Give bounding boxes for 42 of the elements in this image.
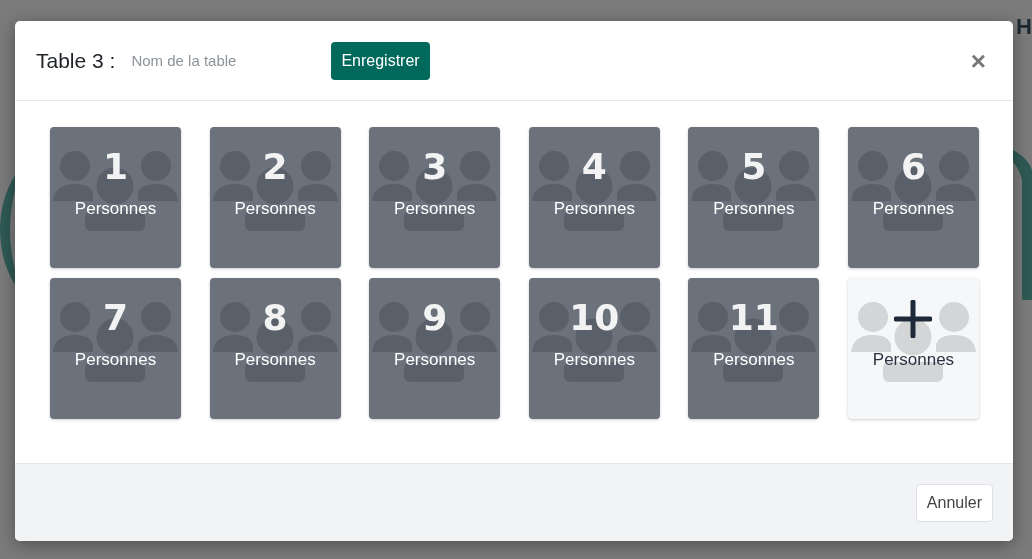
guest-count-tile[interactable]: 7 Personnes — [50, 278, 181, 419]
tile-label: Personnes — [74, 199, 157, 219]
guest-count-tile[interactable]: 9 Personnes — [369, 278, 501, 419]
tile-label: Personnes — [553, 350, 635, 370]
tile-label: Personnes — [872, 350, 955, 370]
guest-count-tile[interactable]: 6 Personnes — [847, 127, 979, 268]
guest-count-tile[interactable]: 2 Personnes — [209, 127, 341, 268]
people-icon — [850, 300, 976, 385]
guest-count: 4 — [581, 147, 607, 187]
guest-count: 1 — [102, 147, 129, 187]
guest-count: 11 — [728, 298, 779, 338]
header-text: H — [1016, 14, 1032, 40]
tile-label: Personnes — [713, 199, 795, 219]
tile-label: Personnes — [872, 199, 955, 219]
modal-title: Table 3 : — [36, 48, 116, 73]
guest-count-tile[interactable]: 3 Personnes — [369, 127, 501, 268]
tile-label: Personnes — [553, 199, 635, 219]
guest-count-tile[interactable]: 4 Personnes — [528, 127, 660, 268]
tile-label: Personnes — [234, 350, 316, 370]
close-button[interactable]: × — [964, 47, 992, 74]
save-button[interactable]: Enregistrer — [331, 41, 430, 80]
guest-count-tile[interactable]: 5 Personnes — [688, 127, 820, 268]
tile-label: Personnes — [713, 350, 795, 370]
tile-label: Personnes — [394, 350, 476, 370]
guest-count-tile[interactable]: 1 Personnes — [50, 127, 181, 268]
tile-label: Personnes — [74, 350, 157, 370]
guest-count: 2 — [262, 147, 288, 187]
guest-count-tile[interactable]: 10 Personnes — [528, 278, 660, 419]
guest-count: 3 — [422, 147, 448, 187]
tile-label: Personnes — [234, 199, 316, 219]
guest-count: 10 — [569, 298, 620, 338]
guest-count-tile[interactable]: 11 Personnes — [688, 278, 820, 419]
guest-count: 9 — [422, 298, 448, 338]
plus-icon — [894, 300, 933, 338]
tile-label: Personnes — [394, 199, 476, 219]
add-tile[interactable]: Personnes — [847, 278, 979, 419]
guest-count: 6 — [900, 147, 926, 187]
cancel-button[interactable]: Annuler — [915, 483, 993, 522]
guest-count-tile[interactable]: 8 Personnes — [209, 278, 341, 419]
guest-count: 7 — [102, 298, 129, 338]
guest-count: 8 — [262, 298, 288, 338]
guest-count: 5 — [741, 147, 767, 187]
